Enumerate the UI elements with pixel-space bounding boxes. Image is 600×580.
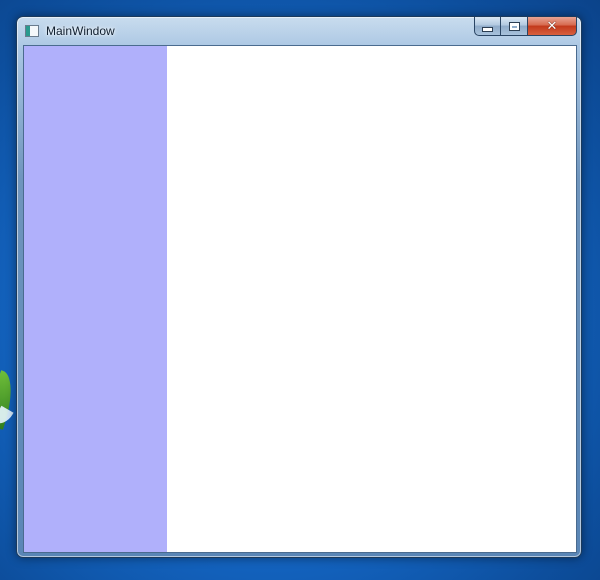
minimize-icon: [482, 26, 493, 32]
right-panel: [167, 46, 576, 552]
close-button[interactable]: ✕: [528, 17, 577, 36]
client-area: [23, 45, 577, 553]
caption-buttons: ✕: [474, 17, 578, 36]
window-title: MainWindow: [46, 24, 115, 38]
main-window: MainWindow ✕: [16, 16, 582, 558]
maximize-icon: [508, 21, 520, 31]
maximize-button[interactable]: [501, 17, 528, 36]
title-bar[interactable]: MainWindow ✕: [17, 17, 581, 45]
left-panel: [24, 46, 167, 552]
minimize-button[interactable]: [474, 17, 501, 36]
app-window-icon[interactable]: [25, 25, 39, 37]
close-icon: ✕: [546, 18, 558, 34]
